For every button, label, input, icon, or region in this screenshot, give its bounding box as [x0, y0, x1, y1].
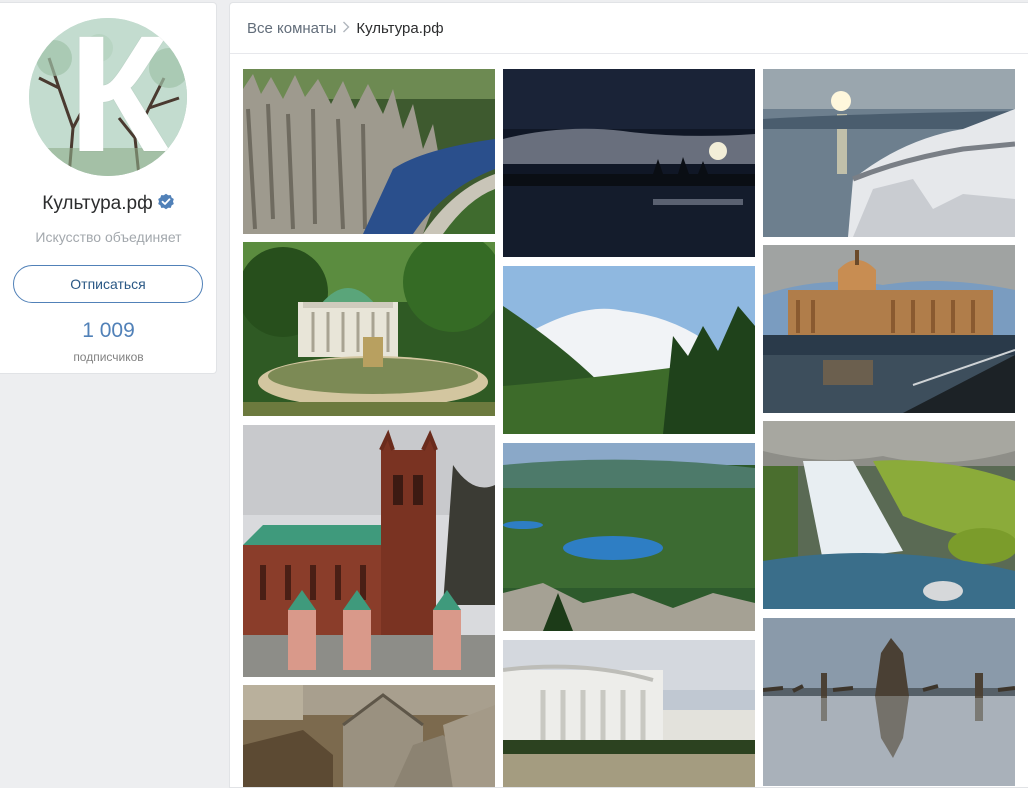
subscribers-count[interactable]: 1 009 — [0, 319, 217, 343]
profile-name: Культура.рф — [42, 193, 153, 214]
photo-lena-pillars[interactable] — [243, 69, 495, 234]
photo-snowy-mountain[interactable] — [503, 266, 755, 434]
main-panel: Все комнаты Культура.рф — [229, 2, 1028, 788]
photo-mountain-lake[interactable] — [503, 443, 755, 631]
photo-stone-crypts[interactable] — [243, 685, 495, 787]
avatar[interactable]: К — [29, 18, 187, 176]
profile-subtitle: Искусство объединяет — [35, 229, 182, 245]
subscribers-label: подписчиков — [73, 350, 144, 364]
photo-kazan-cathedral[interactable] — [763, 245, 1015, 413]
avatar-letter: К — [68, 18, 170, 176]
breadcrumb: Все комнаты Культура.рф — [230, 3, 1028, 54]
photo-night-lake[interactable] — [503, 69, 755, 257]
photo-colonnade-palace[interactable] — [503, 640, 755, 787]
photo-tree-stumps-lake[interactable] — [763, 618, 1015, 786]
profile-name-row: Культура.рф — [0, 193, 217, 215]
breadcrumb-current: Культура.рф — [356, 20, 444, 37]
breadcrumb-all-rooms[interactable]: Все комнаты — [247, 20, 336, 37]
photo-pavilion-fountain[interactable] — [243, 242, 495, 416]
unsubscribe-button[interactable]: Отписаться — [13, 265, 203, 303]
photo-brick-church[interactable] — [243, 425, 495, 677]
profile-card: К Культура.рф Искусство объединяет Отпис… — [0, 2, 217, 374]
verified-check-icon — [157, 193, 174, 210]
chevron-right-icon — [343, 21, 350, 33]
photo-sea-cliff-sunset[interactable] — [763, 69, 1015, 237]
photo-waterfall[interactable] — [763, 421, 1015, 609]
